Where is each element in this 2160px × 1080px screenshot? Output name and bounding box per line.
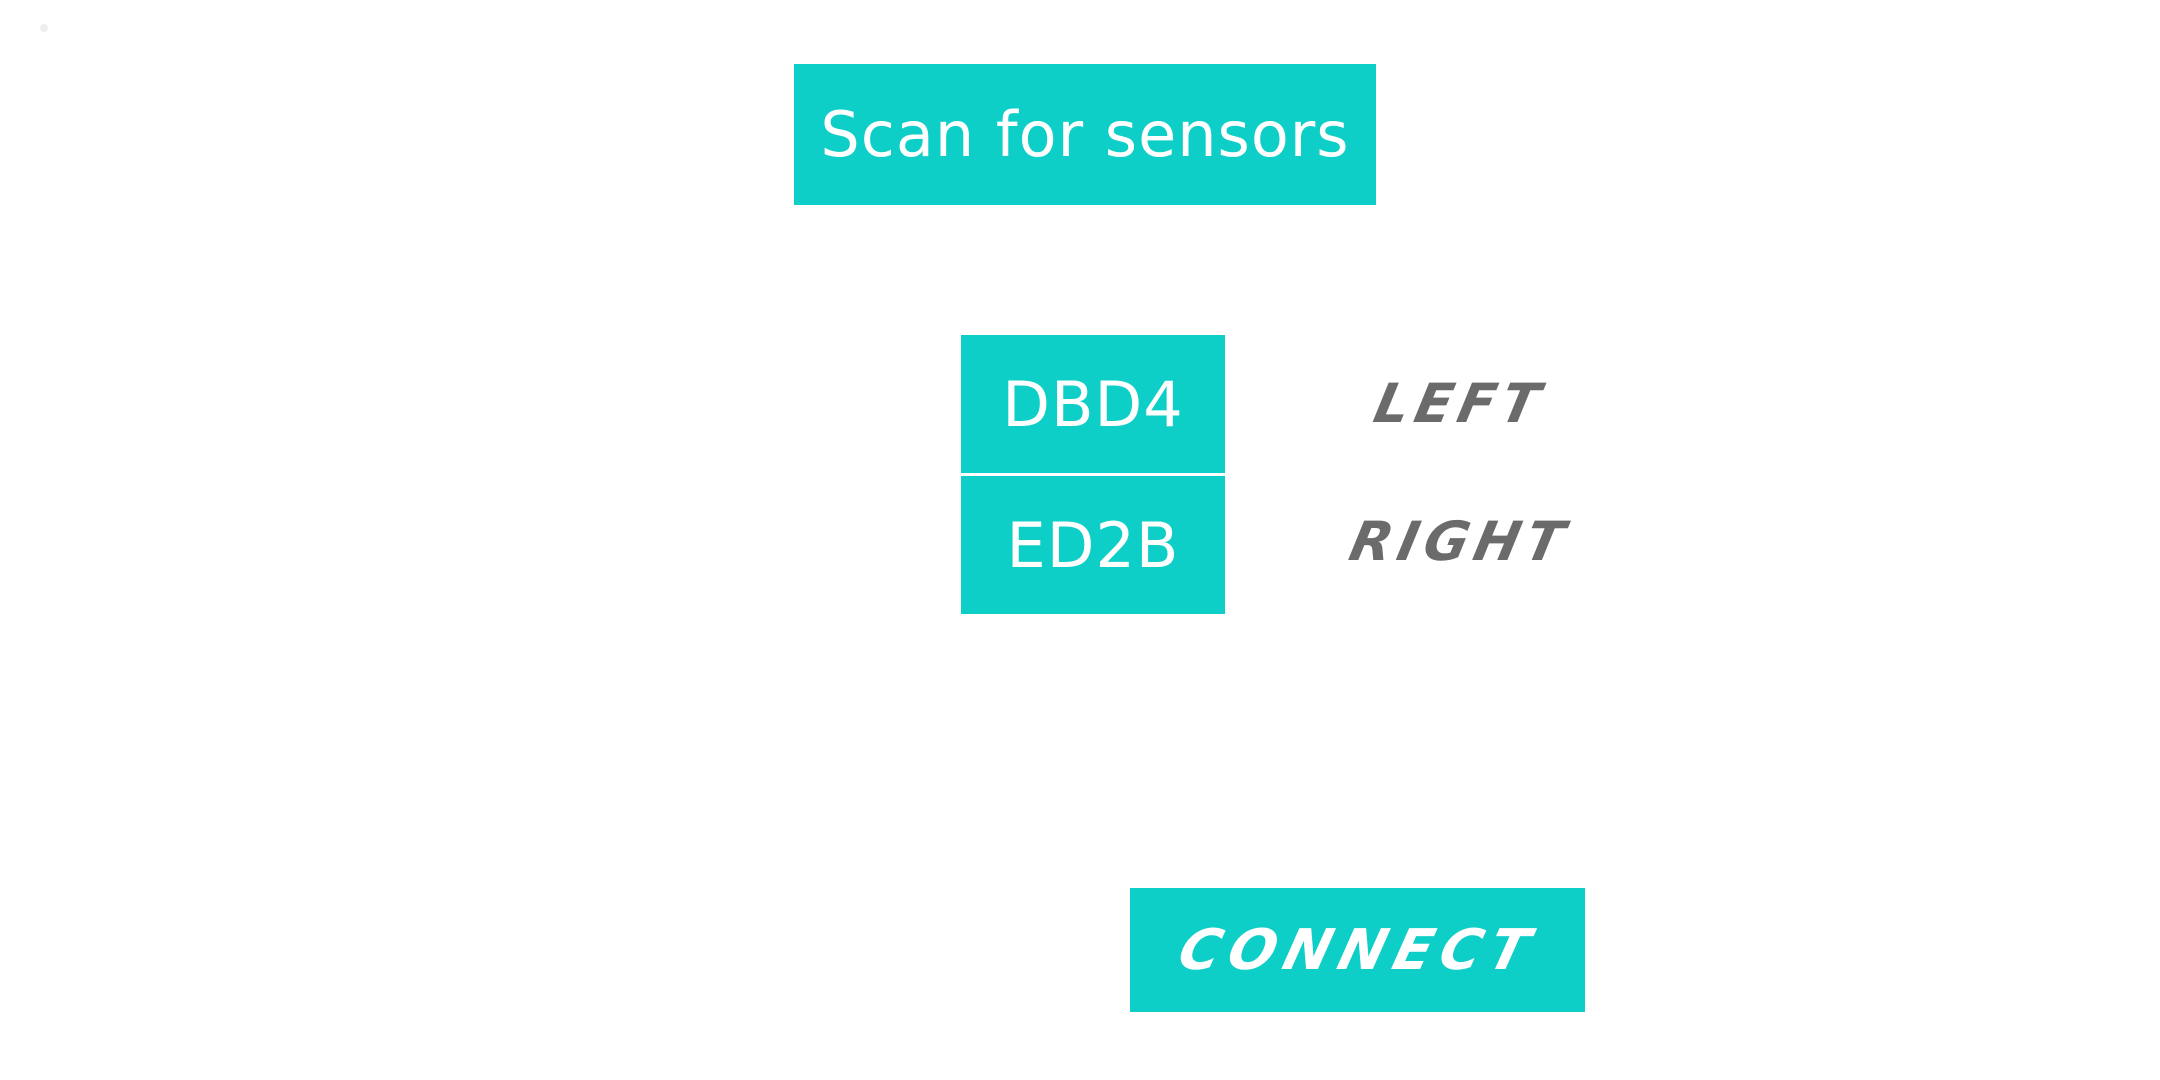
sensor-item-ed2b[interactable]: ED2B [961,476,1225,614]
connect-button-label: CONNECT [1171,917,1544,983]
sensor-side-left-label: LEFT [1368,372,1552,435]
sensor-side-right-label: RIGHT [1344,510,1576,573]
connect-button[interactable]: CONNECT [1130,888,1585,1012]
status-dot [40,24,48,32]
scan-for-sensors-button[interactable]: Scan for sensors [794,64,1376,205]
sensor-item-dbd4[interactable]: DBD4 [961,335,1225,473]
app-screen: Scan for sensors DBD4 LEFT ED2B RIGHT CO… [0,0,2160,1080]
